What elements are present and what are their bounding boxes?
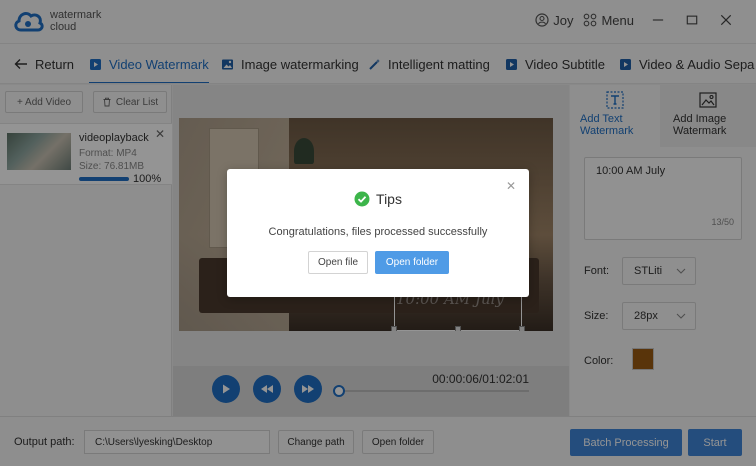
dialog-close-icon[interactable]: ✕ xyxy=(506,179,516,193)
tips-dialog: Tips ✕ Congratulations, files processed … xyxy=(227,169,529,297)
dialog-title-text: Tips xyxy=(376,191,402,207)
check-circle-icon xyxy=(354,191,370,207)
dialog-message: Congratulations, files processed success… xyxy=(268,226,488,238)
dialog-open-folder-button[interactable]: Open folder xyxy=(375,251,449,274)
open-file-button[interactable]: Open file xyxy=(308,251,368,274)
dialog-title: Tips xyxy=(227,191,529,207)
